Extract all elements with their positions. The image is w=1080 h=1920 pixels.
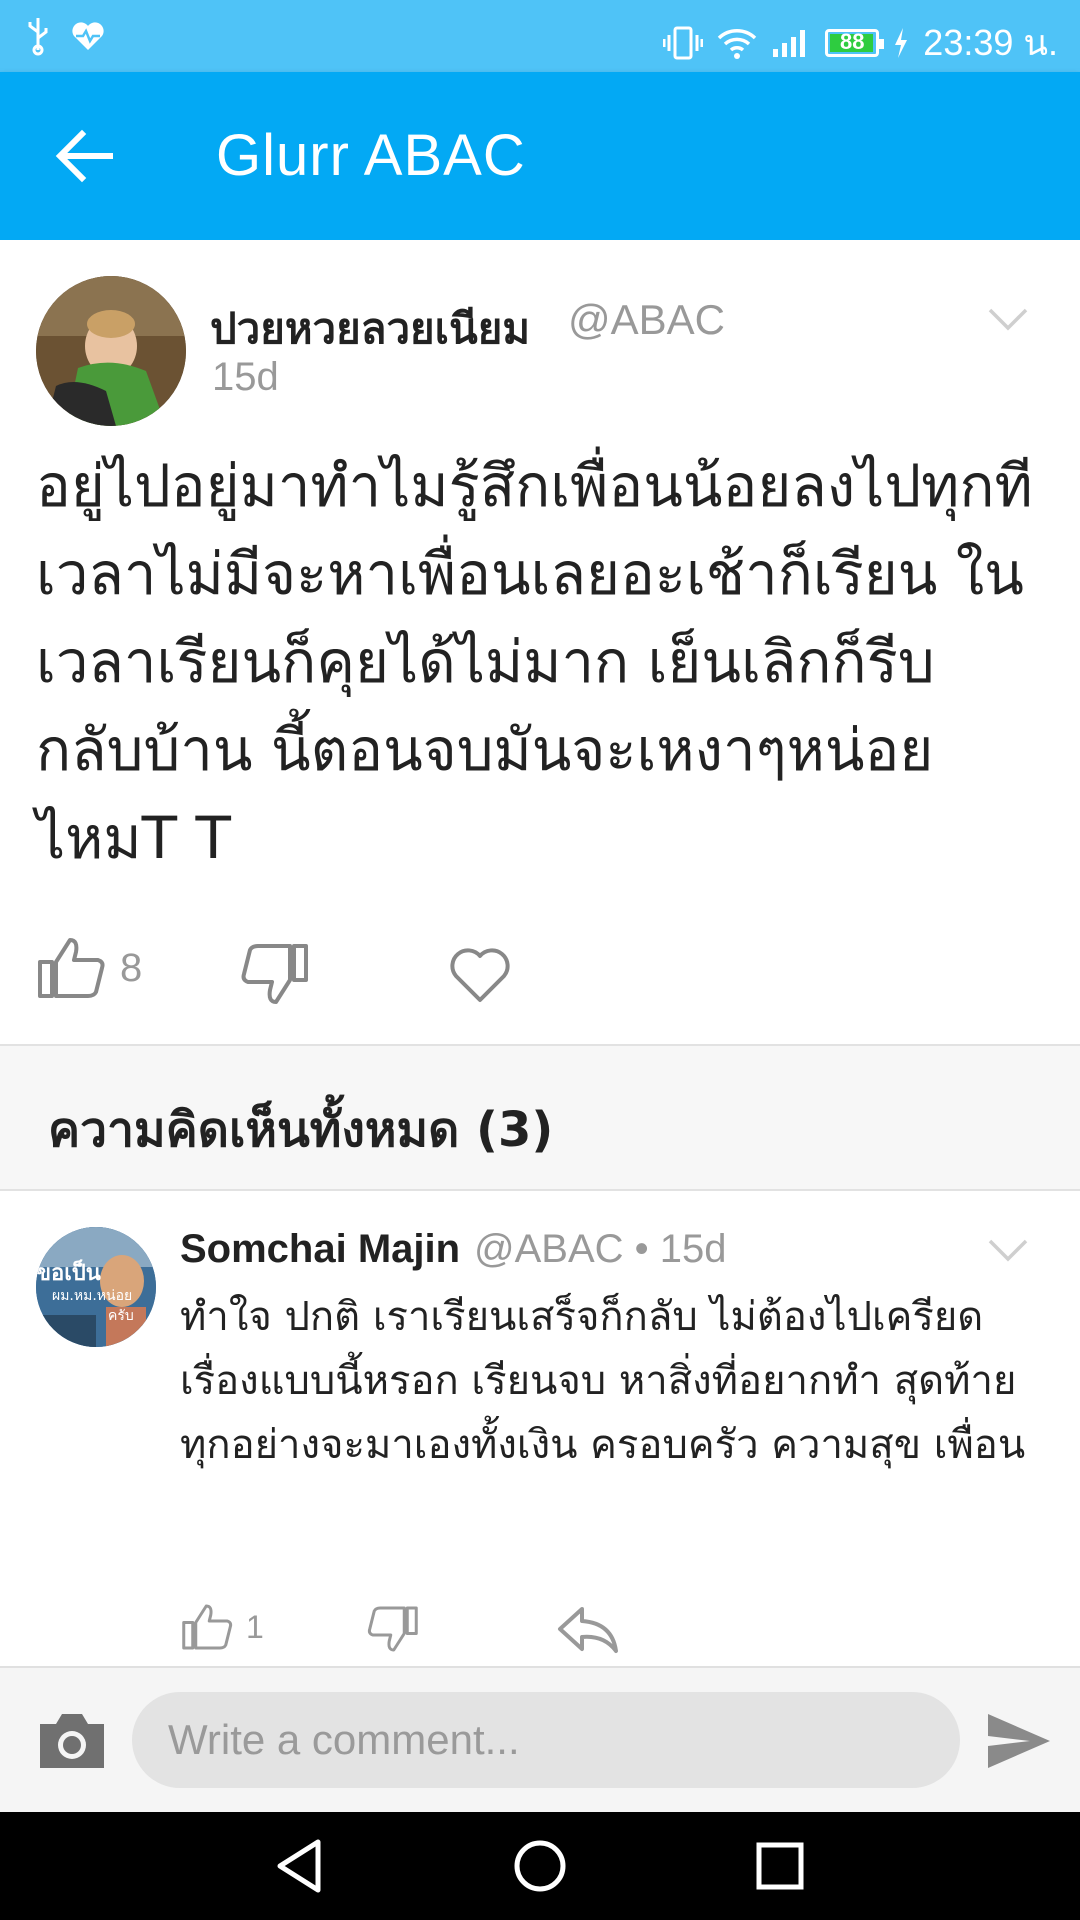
post-body: อยู่ไปอยู่มาทำไมรู้สึกเพื่อนน้อยลงไปทุกท… — [36, 452, 1033, 872]
comment-like-count: 1 — [246, 1608, 264, 1645]
charging-icon — [895, 27, 908, 58]
app-bar: Glurr ABAC — [0, 72, 1080, 240]
navigation-bar — [0, 1812, 1080, 1920]
back-triangle-icon[interactable] — [270, 1836, 330, 1896]
recents-square-icon[interactable] — [750, 1836, 810, 1896]
avatar-caption-2: ผม.หม.หน่อย — [52, 1288, 133, 1304]
comment-body: ทำใจ ปกติ เราเรียนเสร็จก็กลับ ไม่ต้องไปเ… — [180, 1294, 1026, 1468]
heart-pulse-icon — [72, 22, 104, 50]
camera-icon[interactable] — [36, 1708, 108, 1772]
comment-item: ขอเป็น ผม.หม.หน่อย ครับ Somchai Majin @A… — [0, 1191, 1080, 1666]
signal-icon — [773, 29, 806, 57]
reply-icon[interactable] — [556, 1605, 620, 1655]
comments-title: ความคิดเห็นทั้งหมด (3) — [48, 1102, 554, 1158]
comment-author[interactable]: Somchai Majin — [180, 1227, 460, 1272]
comments-header: ความคิดเห็นทั้งหมด (3) — [0, 1044, 1080, 1191]
status-bar: 88 23:39 น. — [0, 0, 1080, 72]
battery-icon: 88 — [825, 28, 885, 57]
post-time: 15d — [212, 355, 279, 399]
avatar-caption-3: ครับ — [108, 1308, 134, 1324]
post-author[interactable]: ปวยหวยลวยเนียม — [210, 296, 530, 362]
status-time: 23:39 น. — [923, 22, 1058, 63]
comment-meta: @ABAC • 15d — [474, 1227, 727, 1271]
vibrate-icon — [663, 26, 704, 59]
heart-icon[interactable] — [448, 946, 512, 1004]
thumbs-down-icon[interactable] — [366, 1605, 420, 1653]
avatar-image — [36, 276, 186, 426]
usb-icon — [28, 18, 48, 56]
comment-input[interactable] — [132, 1692, 960, 1788]
thumbs-up-icon — [38, 938, 105, 998]
thumbs-up-icon — [182, 1604, 233, 1650]
status-left — [26, 16, 106, 56]
battery-level: 88 — [840, 28, 865, 54]
home-circle-icon[interactable] — [510, 1836, 570, 1896]
thumbs-down-icon[interactable] — [240, 942, 310, 1006]
avatar[interactable] — [36, 276, 186, 426]
wifi-icon — [718, 28, 757, 59]
arrow-left-icon[interactable] — [48, 120, 120, 192]
app-title: Glurr ABAC — [216, 123, 526, 188]
comment-composer — [0, 1666, 1080, 1812]
post-like-button[interactable]: 8 — [36, 936, 142, 1000]
status-right: 88 23:39 น. — [663, 14, 1058, 71]
send-icon[interactable] — [986, 1712, 1052, 1770]
post-card: ปวยหวยลวยเนียม @ABAC 15d อยู่ไปอยู่มาทำไ… — [0, 240, 1080, 1044]
comment-like-button[interactable]: 1 — [180, 1603, 264, 1651]
chevron-down-icon[interactable] — [988, 308, 1028, 332]
comment-avatar[interactable]: ขอเป็น ผม.หม.หน่อย ครับ — [36, 1227, 156, 1347]
post-handle: @ABAC — [568, 296, 726, 343]
chevron-down-icon[interactable] — [988, 1239, 1028, 1263]
post-like-count: 8 — [120, 945, 143, 990]
